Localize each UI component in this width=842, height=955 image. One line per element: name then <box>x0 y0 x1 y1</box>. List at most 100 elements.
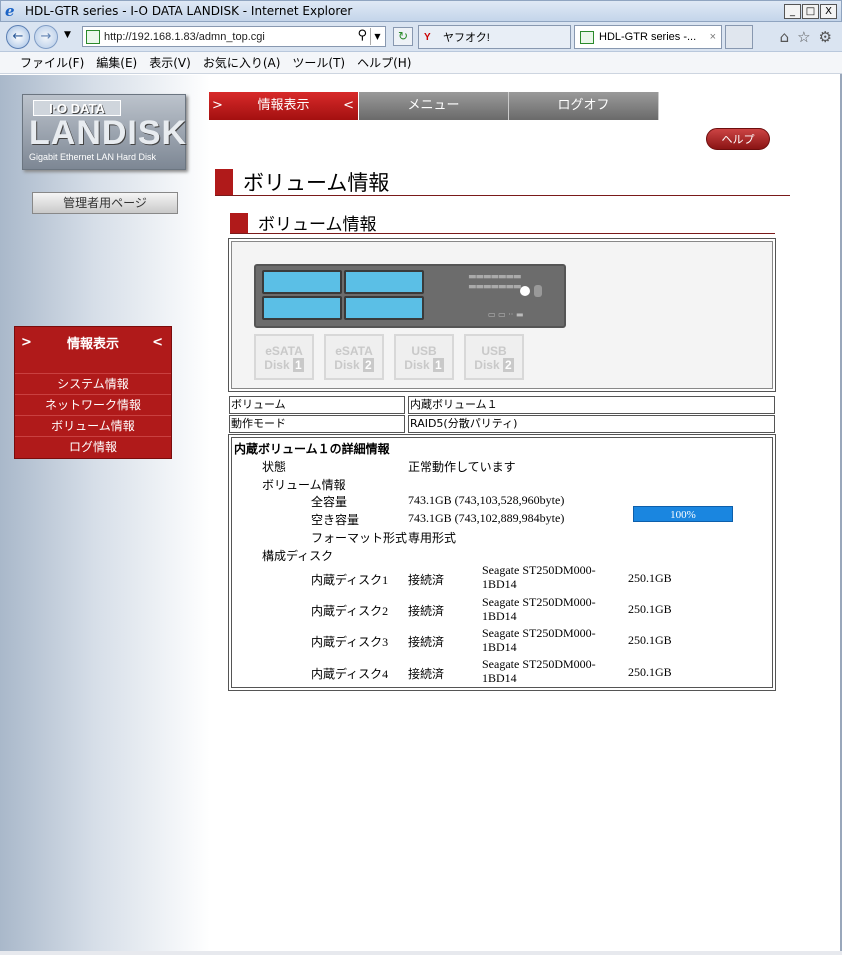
free-label: 空き容量 <box>311 513 360 527</box>
volume-row: ボリューム 内蔵ボリューム１ <box>229 396 775 414</box>
page-title-text: ボリューム情報 <box>243 170 390 195</box>
search-icon[interactable]: ⚲ <box>357 28 367 43</box>
sidebar-item-system[interactable]: システム情報 <box>15 373 171 394</box>
minimize-button[interactable]: _ <box>784 4 801 19</box>
sidebar-menu: > 情報表示 < システム情報 ネットワーク情報 ボリューム情報 ログ情報 <box>14 326 172 459</box>
state-label: 状態 <box>262 460 287 474</box>
help-button[interactable]: ヘルプ <box>706 128 770 150</box>
tab-logoff[interactable]: ログオフ <box>509 92 659 120</box>
drive-bay-1 <box>262 270 342 294</box>
section-title: ボリューム情報 <box>230 212 775 235</box>
menu-tools[interactable]: ツール(T) <box>292 54 345 71</box>
sidebar-menu-title: 情報表示 <box>66 336 119 352</box>
close-window-button[interactable]: X <box>820 4 837 19</box>
address-url[interactable]: http://192.168.1.83/admn_top.cgi <box>104 31 265 43</box>
sidebar-menu-header[interactable]: > 情報表示 < <box>15 327 171 357</box>
disk-status: 接続済 <box>408 635 445 649</box>
detail-title: 内蔵ボリューム１の詳細情報 <box>234 442 390 456</box>
drive-bay-4 <box>344 296 424 320</box>
section-title-text: ボリューム情報 <box>258 215 377 235</box>
vent-grille: ▬▬▬▬▬▬▬ ▬▬▬▬▬▬▬ <box>468 272 522 292</box>
address-bar[interactable]: http://192.168.1.83/admn_top.cgi ⚲ ▼ <box>82 26 386 47</box>
drive-bay-2 <box>344 270 424 294</box>
menu-favorites[interactable]: お気に入り(A) <box>203 54 281 71</box>
ie-logo-icon: e <box>5 2 15 20</box>
maximize-button[interactable]: □ <box>802 4 819 19</box>
tab-yahoo-auction[interactable]: Y ヤフオク! <box>418 25 571 49</box>
disk-model: Seagate ST250DM000- 1BD14 <box>482 595 596 623</box>
power-button-icon <box>520 286 530 296</box>
drive-bay-3 <box>262 296 342 320</box>
chevron-right-icon: > <box>21 334 32 350</box>
tab-info[interactable]: > 情報表示 < <box>209 92 359 120</box>
menu-edit[interactable]: 編集(E) <box>96 54 137 71</box>
disk-model: Seagate ST250DM000- 1BD14 <box>482 657 596 685</box>
window-bottom-border <box>0 951 842 955</box>
forward-arrow-icon: → <box>40 29 52 44</box>
format-value: 専用形式 <box>408 531 457 545</box>
disk-status: 接続済 <box>408 604 445 618</box>
close-tab-icon[interactable]: × <box>710 31 716 43</box>
browser-navbar: ← → ▼ http://192.168.1.83/admn_top.cgi ⚲… <box>0 22 842 52</box>
logo-tagline: Gigabit Ethernet LAN Hard Disk <box>29 152 157 162</box>
title-bar-marker <box>215 168 233 195</box>
function-button-icon <box>534 285 542 297</box>
menu-file[interactable]: ファイル(F) <box>20 54 84 71</box>
free-space-progress-bar: 100% <box>633 506 733 522</box>
tab-menu[interactable]: メニュー <box>359 92 509 120</box>
total-value: 743.1GB (743,103,528,960byte) <box>408 493 565 507</box>
history-dropdown-icon[interactable]: ▼ <box>64 30 71 40</box>
section-bar-marker <box>230 212 248 233</box>
sidebar-item-log[interactable]: ログ情報 <box>15 436 171 457</box>
tab-info-label: 情報表示 <box>257 98 310 113</box>
menu-help[interactable]: ヘルプ(H) <box>357 54 411 71</box>
disk-name: 内蔵ディスク3 <box>311 635 389 649</box>
menubar: ファイル(F) 編集(E) 表示(V) お気に入り(A) ツール(T) ヘルプ(… <box>0 52 842 74</box>
sidebar-item-network[interactable]: ネットワーク情報 <box>15 394 171 415</box>
disk-model: Seagate ST250DM000- 1BD14 <box>482 626 596 654</box>
back-button[interactable]: ← <box>6 25 30 49</box>
volume-detail-panel: 内蔵ボリューム１の詳細情報 状態 正常動作しています ボリューム情報 全容量 7… <box>228 434 776 691</box>
sidebar-item-volume[interactable]: ボリューム情報 <box>15 415 171 436</box>
volume-label: ボリューム <box>229 396 405 414</box>
home-icon[interactable]: ⌂ <box>780 28 790 46</box>
chevron-left-icon: < <box>343 98 354 113</box>
disk-model: Seagate ST250DM000- 1BD14 <box>482 563 596 591</box>
logo-landisk: LANDISK <box>29 114 188 152</box>
window-title: HDL-GTR series - I-O DATA LANDISK - Inte… <box>25 4 353 18</box>
tab-landisk[interactable]: HDL-GTR series -... × <box>574 25 722 49</box>
disk-size: 250.1GB <box>628 571 672 585</box>
forward-button[interactable]: → <box>34 25 58 49</box>
total-label: 全容量 <box>311 495 348 509</box>
usb-disk-2-icon: USB Disk 2 <box>464 334 524 380</box>
volinfo-label: ボリューム情報 <box>262 478 346 492</box>
admin-page-button[interactable]: 管理者用ページ <box>32 192 178 214</box>
top-navigation: > 情報表示 < メニュー ログオフ <box>209 92 659 120</box>
page-icon <box>86 29 100 44</box>
chevron-left-icon: < <box>152 334 163 350</box>
tools-gear-icon[interactable]: ⚙ <box>819 28 832 46</box>
format-label: フォーマット形式 <box>311 531 408 545</box>
refresh-button[interactable]: ↻ <box>393 27 413 46</box>
disk-name: 内蔵ディスク1 <box>311 573 389 587</box>
refresh-icon: ↻ <box>397 29 409 43</box>
disk-name: 内蔵ディスク2 <box>311 604 389 618</box>
menu-view[interactable]: 表示(V) <box>149 54 191 71</box>
landisk-logo: I·O DATA LANDISK Gigabit Ethernet LAN Ha… <box>22 94 186 170</box>
usb-disk-1-icon: USB Disk 1 <box>394 334 454 380</box>
page-title: ボリューム情報 <box>215 168 790 196</box>
disks-label: 構成ディスク <box>262 549 334 563</box>
yahoo-auction-icon: Y <box>424 31 431 43</box>
landisk-device-image: ▬▬▬▬▬▬▬ ▬▬▬▬▬▬▬ ▭ ▭ ·· ▬ <box>254 264 566 328</box>
favorites-star-icon[interactable]: ☆ <box>797 28 810 46</box>
device-panel: ▬▬▬▬▬▬▬ ▬▬▬▬▬▬▬ ▭ ▭ ·· ▬ eSATA Disk 1 eSAT… <box>228 238 776 392</box>
esata-disk-2-icon: eSATA Disk 2 <box>324 334 384 380</box>
state-value: 正常動作しています <box>408 460 516 474</box>
address-dropdown-icon[interactable]: ▼ <box>370 28 384 45</box>
new-tab-button[interactable] <box>725 25 753 49</box>
window-titlebar: e HDL-GTR series - I-O DATA LANDISK - In… <box>0 0 842 22</box>
usb-ports-icon: ▭ ▭ ·· ▬ <box>488 310 524 319</box>
disk-name: 内蔵ディスク4 <box>311 667 389 681</box>
tab-label: HDL-GTR series -... <box>599 31 697 43</box>
disk-size: 250.1GB <box>628 602 672 616</box>
